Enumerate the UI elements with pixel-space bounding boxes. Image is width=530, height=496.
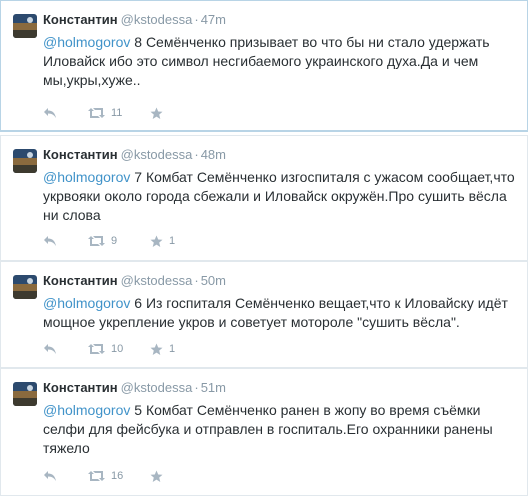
separator-dot: · (194, 273, 199, 288)
author-handle[interactable]: @kstodessa (121, 147, 193, 162)
retweet-icon (88, 236, 105, 246)
tweet[interactable]: Константин @kstodessa · 47m @holmogorov 8 С… (0, 0, 528, 132)
favorite-count: 1 (169, 343, 176, 355)
mention-link[interactable]: @holmogorov (43, 34, 130, 50)
mention-link[interactable]: @holmogorov (43, 169, 130, 185)
mention-link[interactable]: @holmogorov (43, 295, 130, 311)
author-name[interactable]: Константин (43, 273, 118, 288)
tweet-timestamp[interactable]: 47m (201, 12, 226, 27)
reply-button[interactable] (43, 341, 57, 357)
favorite-count: 1 (169, 235, 176, 247)
tweet[interactable]: Константин @kstodessa · 48m @holmogorov 7 К… (0, 135, 528, 261)
mention-link[interactable]: @holmogorov (43, 402, 130, 418)
separator-dot: · (194, 147, 199, 162)
favorite-button[interactable] (150, 105, 169, 121)
tweet[interactable]: Константин @kstodessa · 50m @holmogorov 6 И… (0, 261, 528, 368)
tweet-text: @holmogorov 5 Комбат Семёнченко ранен в … (43, 401, 523, 458)
reply-button[interactable] (43, 233, 57, 249)
retweet-count: 9 (111, 235, 118, 247)
reply-icon (44, 108, 56, 118)
tweet-header: Константин @kstodessa · 51m (43, 380, 226, 396)
reply-icon (44, 471, 56, 481)
star-icon (150, 470, 163, 482)
retweet-count: 10 (111, 343, 124, 355)
tweet-text: @holmogorov 8 Семёнченко призывает во чт… (43, 33, 523, 90)
reply-icon (44, 236, 56, 246)
avatar[interactable] (13, 14, 37, 38)
retweet-icon (88, 471, 105, 481)
author-name[interactable]: Константин (43, 380, 118, 395)
tweet-header: Константин @kstodessa · 48m (43, 147, 226, 163)
retweet-count: 11 (111, 107, 123, 119)
avatar[interactable] (13, 382, 37, 406)
favorite-button[interactable]: 1 (150, 233, 175, 249)
author-handle[interactable]: @kstodessa (121, 380, 193, 395)
favorite-button[interactable]: 1 (150, 341, 175, 357)
retweet-button[interactable]: 11 (88, 105, 122, 121)
reply-button[interactable] (43, 468, 57, 484)
tweet-header: Константин @kstodessa · 47m (43, 12, 226, 28)
retweet-count: 16 (111, 470, 124, 482)
separator-dot: · (194, 380, 199, 395)
retweet-button[interactable]: 10 (88, 341, 123, 357)
retweet-icon (88, 108, 105, 118)
tweet-timestamp[interactable]: 51m (201, 380, 226, 395)
favorite-button[interactable] (150, 468, 169, 484)
author-name[interactable]: Константин (43, 12, 118, 27)
reply-icon (44, 344, 56, 354)
avatar[interactable] (13, 275, 37, 299)
avatar[interactable] (13, 149, 37, 173)
tweet[interactable]: Константин @kstodessa · 51m @holmogorov 5 К… (0, 368, 528, 496)
tweet-timestamp[interactable]: 48m (201, 147, 226, 162)
author-handle[interactable]: @kstodessa (121, 273, 193, 288)
tweet-timestamp[interactable]: 50m (201, 273, 226, 288)
star-icon (150, 235, 163, 247)
separator-dot: · (194, 12, 199, 27)
retweet-button[interactable]: 9 (88, 233, 117, 249)
author-name[interactable]: Константин (43, 147, 118, 162)
tweet-text: @holmogorov 7 Комбат Семёнченко изгоспит… (43, 168, 523, 225)
star-icon (150, 343, 163, 355)
retweet-button[interactable]: 16 (88, 468, 123, 484)
tweet-text: @holmogorov 6 Из госпиталя Семёнченко ве… (43, 294, 523, 332)
author-handle[interactable]: @kstodessa (121, 12, 193, 27)
retweet-icon (88, 344, 105, 354)
star-icon (150, 107, 163, 119)
tweet-header: Константин @kstodessa · 50m (43, 273, 226, 289)
reply-button[interactable] (43, 105, 57, 121)
